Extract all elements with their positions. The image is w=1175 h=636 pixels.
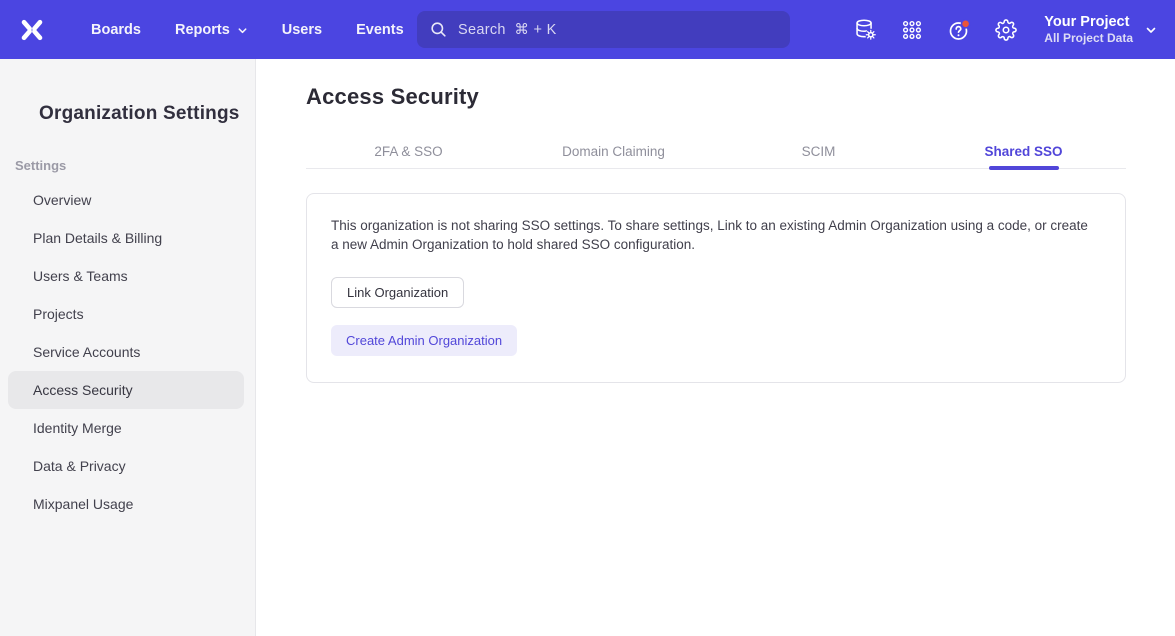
link-organization-button[interactable]: Link Organization [331,277,464,308]
notification-badge [962,19,970,27]
nav-link-boards[interactable]: Boards [81,14,151,46]
settings-gear-icon[interactable] [989,13,1023,47]
project-scope: All Project Data [1044,31,1133,46]
nav-link-label: Boards [91,22,141,38]
nav-link-users[interactable]: Users [272,14,332,46]
project-names: Your Project All Project Data [1044,13,1133,46]
search-icon [429,20,448,39]
nav-link-reports[interactable]: Reports [165,14,258,46]
sidebar-item-identity-merge[interactable]: Identity Merge [0,409,255,447]
apps-grid-icon[interactable] [895,13,929,47]
nav-link-events[interactable]: Events [346,14,414,46]
project-name: Your Project [1044,13,1129,31]
nav-link-label: Events [356,22,404,38]
nav-right-cluster: Your Project All Project Data [848,0,1157,59]
sidebar-item-plan-details-billing[interactable]: Plan Details & Billing [0,219,255,257]
sidebar-item-service-accounts[interactable]: Service Accounts [0,333,255,371]
tab-domain-claiming[interactable]: Domain Claiming [511,134,716,168]
sidebar-section-label: Settings [15,158,255,173]
sidebar-item-access-security[interactable]: Access Security [8,371,244,409]
chevron-down-icon [1145,24,1157,36]
main-content: Access Security 2FA & SSO Domain Claimin… [257,59,1175,636]
access-security-tabs: 2FA & SSO Domain Claiming SCIM Shared SS… [306,134,1126,169]
primary-nav-links: Boards Reports Users Events [81,14,414,46]
shared-sso-description: This organization is not sharing SSO set… [331,216,1093,254]
data-management-icon[interactable] [848,13,882,47]
sidebar-item-projects[interactable]: Projects [0,295,255,333]
mixpanel-logo[interactable] [17,15,47,45]
create-admin-organization-button[interactable]: Create Admin Organization [331,325,517,356]
active-tab-underline [989,166,1059,170]
shared-sso-card: This organization is not sharing SSO set… [306,193,1126,383]
page-title: Access Security [306,84,1175,110]
nav-link-label: Reports [175,22,230,38]
org-settings-sidebar: Organization Settings Settings Overview … [0,59,256,636]
tab-shared-sso[interactable]: Shared SSO [921,134,1126,168]
sidebar-nav-list: Overview Plan Details & Billing Users & … [0,181,255,523]
project-switcher[interactable]: Your Project All Project Data [1044,13,1157,46]
nav-link-label: Users [282,22,322,38]
tab-scim[interactable]: SCIM [716,134,921,168]
search-input[interactable] [458,22,758,38]
sidebar-item-overview[interactable]: Overview [0,181,255,219]
sidebar-item-data-privacy[interactable]: Data & Privacy [0,447,255,485]
sidebar-title: Organization Settings [39,103,255,125]
top-navigation-bar: Boards Reports Users Events [0,0,1175,59]
sidebar-item-mixpanel-usage[interactable]: Mixpanel Usage [0,485,255,523]
global-search[interactable] [417,11,790,48]
chevron-down-icon [237,25,248,36]
tab-label: Shared SSO [984,144,1062,159]
sidebar-item-users-teams[interactable]: Users & Teams [0,257,255,295]
tab-2fa-sso[interactable]: 2FA & SSO [306,134,511,168]
help-icon[interactable] [942,13,976,47]
